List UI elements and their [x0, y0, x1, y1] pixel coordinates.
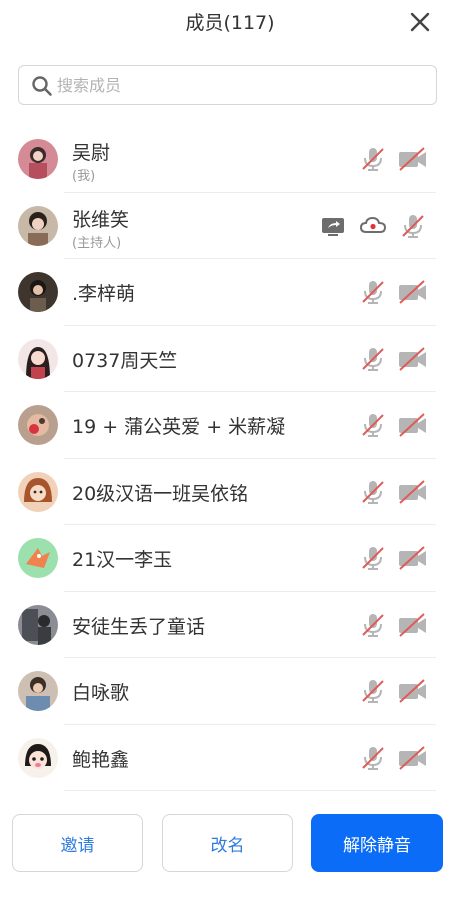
- member-row[interactable]: 白咏歌: [0, 658, 460, 725]
- mic-muted-icon[interactable]: [359, 411, 387, 439]
- member-row[interactable]: 21汉一李玉: [0, 525, 460, 592]
- member-name: 21汉一李玉: [72, 549, 173, 571]
- avatar: [18, 471, 58, 512]
- member-row[interactable]: 19 + 蒲公英爱 + 米薪凝: [0, 392, 460, 459]
- member-row[interactable]: 张维笑 (主持人): [0, 193, 460, 259]
- camera-off-icon[interactable]: [397, 478, 429, 506]
- avatar: [18, 671, 58, 711]
- camera-off-icon[interactable]: [397, 744, 429, 772]
- member-name: 20级汉语一班吴依铭: [72, 482, 249, 505]
- camera-off-icon[interactable]: [397, 611, 429, 639]
- mic-muted-icon[interactable]: [359, 744, 387, 772]
- member-row[interactable]: 鲍艳鑫: [0, 725, 460, 791]
- rename-button[interactable]: 改名: [162, 814, 293, 872]
- avatar: [18, 205, 58, 246]
- member-name: 白咏歌: [72, 682, 130, 704]
- footer-actions: 邀请 改名 解除静音: [0, 814, 460, 874]
- search-input[interactable]: [57, 70, 427, 100]
- page-title: 成员(117): [185, 12, 275, 34]
- avatar: [18, 538, 58, 578]
- member-row[interactable]: 安徒生丢了童话: [0, 592, 460, 658]
- member-name: 吴尉: [72, 142, 111, 164]
- mic-muted-icon[interactable]: [359, 611, 387, 639]
- mic-muted-icon[interactable]: [359, 145, 387, 173]
- member-row[interactable]: 吴尉 (我): [0, 126, 460, 193]
- camera-off-icon[interactable]: [397, 411, 429, 439]
- member-name: 张维笑: [72, 208, 130, 231]
- member-role: (我): [72, 169, 96, 184]
- member-row[interactable]: .李梓萌: [0, 259, 460, 326]
- mic-muted-icon[interactable]: [359, 478, 387, 506]
- camera-off-icon[interactable]: [397, 278, 429, 306]
- search-icon: [32, 76, 52, 96]
- close-button[interactable]: [407, 9, 433, 35]
- avatar: [18, 338, 58, 379]
- avatar: [18, 737, 58, 778]
- avatar: [18, 604, 58, 645]
- cloud-record-icon[interactable]: [359, 212, 387, 240]
- camera-off-icon[interactable]: [397, 544, 429, 572]
- member-name: 19 + 蒲公英爱 + 米薪凝: [72, 416, 286, 438]
- search-bar[interactable]: [18, 65, 437, 105]
- member-name: 鲍艳鑫: [72, 748, 130, 771]
- camera-off-icon[interactable]: [397, 145, 429, 173]
- mic-muted-icon[interactable]: [359, 345, 387, 373]
- close-icon[interactable]: [407, 9, 433, 35]
- mic-muted-icon[interactable]: [359, 677, 387, 705]
- avatar: [18, 405, 58, 445]
- avatar: [18, 139, 58, 179]
- header: 成员(117): [0, 0, 460, 50]
- camera-off-icon[interactable]: [397, 345, 429, 373]
- invite-button[interactable]: 邀请: [12, 814, 143, 872]
- divider: [64, 790, 436, 791]
- member-row[interactable]: 20级汉语一班吴依铭: [0, 459, 460, 525]
- screen-share-icon[interactable]: [319, 212, 347, 240]
- mic-muted-icon[interactable]: [359, 544, 387, 572]
- member-name: .李梓萌: [72, 283, 136, 305]
- member-list: 吴尉 (我) 张维笑 (主持人) .李梓萌 0737周天竺 19 + 蒲公英爱 …: [0, 126, 460, 791]
- camera-off-icon[interactable]: [397, 677, 429, 705]
- mic-muted-icon[interactable]: [399, 212, 427, 240]
- member-name: 安徒生丢了童话: [72, 615, 206, 638]
- unmute-button[interactable]: 解除静音: [311, 814, 443, 872]
- member-row[interactable]: 0737周天竺: [0, 326, 460, 392]
- mic-muted-icon[interactable]: [359, 278, 387, 306]
- member-role: (主持人): [72, 235, 122, 251]
- member-name: 0737周天竺: [72, 349, 178, 372]
- avatar: [18, 272, 58, 312]
